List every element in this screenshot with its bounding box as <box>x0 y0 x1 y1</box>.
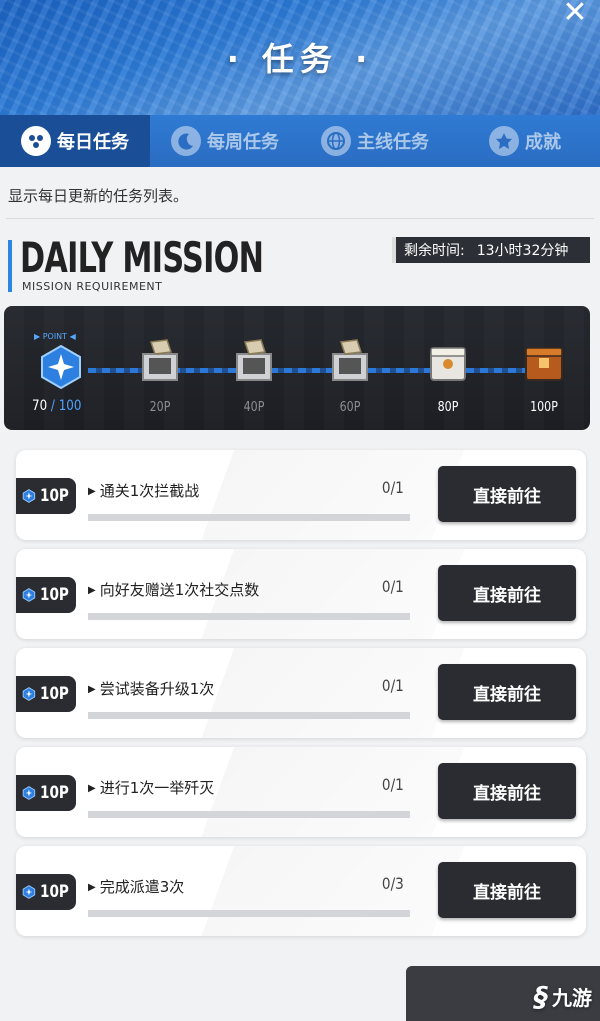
header-banner: · 任务 · ✕ <box>0 0 600 120</box>
mission-card: 10P ▶ 通关1次拦截战 0/1 直接前往 <box>16 450 586 540</box>
moon-icon <box>171 126 201 156</box>
opened-crate-icon <box>332 339 368 381</box>
reward-points: 10P <box>39 486 69 506</box>
mission-name: ▶ 完成派遣3次 <box>88 878 185 896</box>
milestone-80p[interactable]: 80P <box>418 326 478 415</box>
mission-card: 10P ▶ 向好友赠送1次社交点数 0/1 直接前往 <box>16 549 586 639</box>
opened-crate-icon <box>142 339 178 381</box>
point-gem-icon <box>22 786 36 800</box>
reward-points: 10P <box>39 684 69 704</box>
milestone-label: 40P <box>243 400 265 415</box>
daily-icon <box>21 126 51 156</box>
reward-points: 10P <box>39 585 69 605</box>
mission-progress-bar <box>88 514 410 521</box>
reward-tag: 10P <box>16 577 76 613</box>
watermark-text: 九游 <box>552 986 592 1010</box>
point-value: 70 / 100 <box>32 398 81 414</box>
milestone-label: 60P <box>339 400 361 415</box>
tab-bar: 每日任务 每周任务 主线任务 成就 <box>0 115 600 167</box>
mission-progress-bar <box>88 712 410 719</box>
mission-name: ▶ 向好友赠送1次社交点数 <box>88 581 260 599</box>
mission-name-text: 向好友赠送1次社交点数 <box>99 581 260 599</box>
watermark-logo: § 九游 <box>534 980 592 1013</box>
mission-name-text: 进行1次一举歼灭 <box>99 779 215 797</box>
daily-mission-subtitle: MISSION REQUIREMENT <box>22 280 163 293</box>
tab-main[interactable]: 主线任务 <box>300 115 450 167</box>
tab-weekly[interactable]: 每周任务 <box>150 115 300 167</box>
reward-tag: 10P <box>16 775 76 811</box>
go-button[interactable]: 直接前往 <box>438 862 576 918</box>
point-separator: / <box>47 398 59 414</box>
daily-mission-title: DAILY MISSION <box>20 233 264 282</box>
mission-progress-bar <box>88 811 410 818</box>
reward-points: 10P <box>39 783 69 803</box>
go-button[interactable]: 直接前往 <box>438 763 576 819</box>
mission-count: 0/3 <box>381 874 404 893</box>
reward-tag: 10P <box>16 874 76 910</box>
reward-tag: 10P <box>16 478 76 514</box>
mission-count: 0/1 <box>381 676 404 695</box>
point-gem-icon <box>41 344 81 390</box>
globe-icon <box>321 126 351 156</box>
point-gem-icon <box>22 489 36 503</box>
reward-points: 10P <box>39 882 69 902</box>
point-gem-icon <box>22 588 36 602</box>
mission-card: 10P ▶ 尝试装备升级1次 0/1 直接前往 <box>16 648 586 738</box>
milestone-20p[interactable]: 20P <box>130 326 190 415</box>
reward-chest-icon <box>525 347 563 381</box>
mission-count: 0/1 <box>381 478 404 497</box>
mission-name-text: 完成派遣3次 <box>99 878 185 896</box>
close-icon[interactable]: ✕ <box>560 0 590 30</box>
mission-name: ▶ 进行1次一举歼灭 <box>88 779 215 797</box>
tab-daily[interactable]: 每日任务 <box>0 115 150 167</box>
go-button[interactable]: 直接前往 <box>438 664 576 720</box>
reward-crate-icon <box>430 347 466 381</box>
tab-label: 每周任务 <box>207 132 279 153</box>
timer-accent <box>392 237 396 263</box>
timer-value: 13小时32分钟 <box>476 243 569 259</box>
mission-card: 10P ▶ 进行1次一举歼灭 0/1 直接前往 <box>16 747 586 837</box>
mission-name-text: 通关1次拦截战 <box>99 482 200 500</box>
milestone-label: 80P <box>437 400 459 415</box>
point-gem-icon <box>22 885 36 899</box>
reward-tag: 10P <box>16 676 76 712</box>
point-progress-panel: ▶ POINT ◀ 70 / 100 20P 40P 60P 80P 100P <box>4 306 590 430</box>
star-icon <box>489 126 519 156</box>
mission-count: 0/1 <box>381 577 404 596</box>
milestone-100p[interactable]: 100P <box>514 326 574 415</box>
milestone-label: 100P <box>530 400 558 415</box>
mission-progress-bar <box>88 613 410 620</box>
go-button[interactable]: 直接前往 <box>438 565 576 621</box>
milestone-60p[interactable]: 60P <box>320 326 380 415</box>
point-label: ▶ POINT ◀ <box>34 332 76 341</box>
mission-name-text: 尝试装备升级1次 <box>99 680 215 698</box>
tab-label: 每日任务 <box>57 132 129 153</box>
point-max: 100 <box>58 398 82 414</box>
point-current: 70 <box>32 398 48 414</box>
page-title: · 任务 · <box>226 40 374 78</box>
watermark-icon: § <box>534 980 548 1013</box>
tab-label: 成就 <box>525 132 561 153</box>
milestone-label: 20P <box>149 400 171 415</box>
opened-crate-icon <box>236 339 272 381</box>
mission-name: ▶ 通关1次拦截战 <box>88 482 200 500</box>
milestone-40p[interactable]: 40P <box>224 326 284 415</box>
go-button[interactable]: 直接前往 <box>438 466 576 522</box>
mission-count: 0/1 <box>381 775 404 794</box>
tab-description: 显示每日更新的任务列表。 <box>8 187 189 205</box>
remaining-time-badge: 剩余时间: 13小时32分钟 <box>392 237 590 263</box>
mission-name: ▶ 尝试装备升级1次 <box>88 680 215 698</box>
tab-achievement[interactable]: 成就 <box>450 115 600 167</box>
divider <box>6 218 594 219</box>
mission-card: 10P ▶ 完成派遣3次 0/3 直接前往 <box>16 846 586 936</box>
section-accent-bar <box>8 240 12 292</box>
point-gem-icon <box>22 687 36 701</box>
mission-progress-bar <box>88 910 410 917</box>
tab-label: 主线任务 <box>357 132 429 153</box>
timer-label: 剩余时间: <box>404 243 465 259</box>
